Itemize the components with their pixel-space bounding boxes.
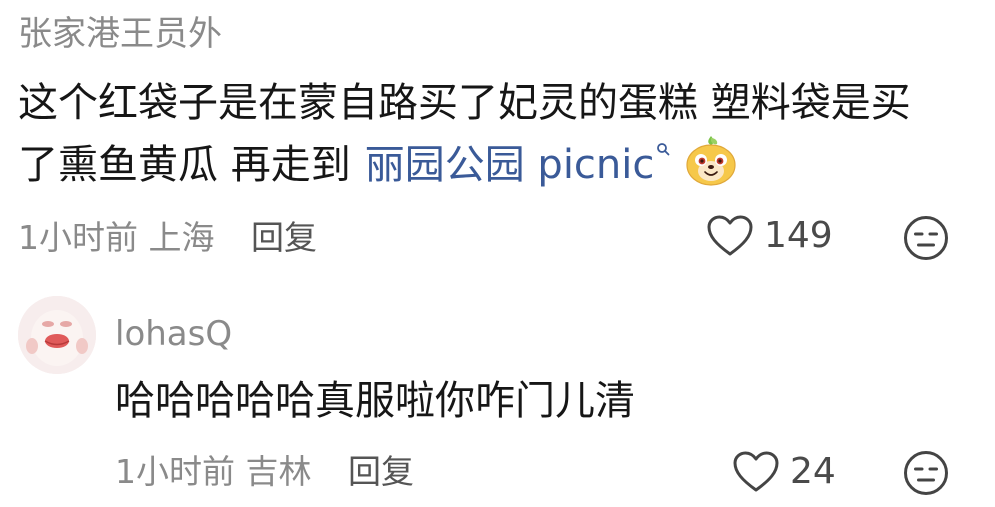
comment-time: 1小时前: [115, 452, 235, 491]
comment-body: 这个红袋子是在蒙自路买了妃灵的蛋糕 塑料袋是买 了熏鱼黄瓜 再走到 丽园公园 pi…: [18, 72, 911, 196]
heart-outline-icon: [733, 451, 779, 492]
like-count: 24: [790, 451, 836, 492]
avatar[interactable]: [18, 296, 96, 374]
comment-meta: 1小时前 上海 回复: [18, 218, 317, 258]
comment-time: 1小时前: [18, 218, 138, 257]
comment-text-line: 了熏鱼黄瓜 再走到 丽园公园 picnic: [18, 134, 911, 196]
like-button[interactable]: 149: [706, 214, 833, 258]
heart-outline-icon: [707, 215, 753, 256]
reply-button[interactable]: 回复: [251, 218, 317, 257]
comment-location: 吉林: [245, 452, 312, 491]
comment-text-line: 这个红袋子是在蒙自路买了妃灵的蛋糕 塑料袋是买: [18, 80, 911, 126]
reply-button[interactable]: 回复: [348, 452, 414, 491]
search-icon: [657, 143, 670, 156]
avatar-image: [18, 296, 96, 374]
meh-face-icon[interactable]: [903, 215, 949, 261]
comment-location: 上海: [148, 218, 215, 257]
meh-face-icon[interactable]: [903, 450, 949, 496]
like-button[interactable]: 24: [732, 450, 836, 494]
location-link[interactable]: 丽园公园 picnic: [365, 142, 655, 188]
comment-text-segment: 了熏鱼黄瓜 再走到: [18, 142, 351, 188]
comment-text-line: 哈哈哈哈哈真服啦你咋门儿清: [115, 378, 635, 424]
comment-meta: 1小时前 吉林 回复: [115, 452, 414, 492]
smiling-dog-emoji-icon: [686, 136, 736, 186]
like-count: 149: [764, 215, 833, 256]
comment-username[interactable]: 张家港王员外: [18, 14, 222, 54]
comment-username[interactable]: lohasQ: [115, 314, 232, 354]
comment-body: 哈哈哈哈哈真服啦你咋门儿清: [115, 370, 635, 432]
